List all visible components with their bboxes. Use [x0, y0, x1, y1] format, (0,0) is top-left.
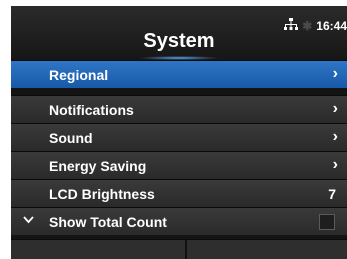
- bottom-left-button[interactable]: [11, 240, 185, 259]
- list-item-label: Energy Saving: [49, 158, 147, 174]
- list-item-lcd-brightness[interactable]: LCD Brightness 7: [11, 179, 347, 207]
- list-item-label: LCD Brightness: [49, 186, 155, 202]
- printer-screen: ✱ 16:44 System Regional › Notifications …: [11, 6, 347, 259]
- chevron-right-icon: ›: [332, 65, 338, 82]
- page-title: System: [143, 30, 215, 52]
- list-item-energy-saving[interactable]: Energy Saving ›: [11, 151, 347, 179]
- chevron-right-icon: ›: [332, 100, 338, 117]
- list-item-sound[interactable]: Sound ›: [11, 123, 347, 151]
- chevron-right-icon: ›: [332, 128, 338, 145]
- list-item-label: Show Total Count: [49, 214, 167, 230]
- show-total-count-checkbox[interactable]: [319, 214, 335, 230]
- chevron-right-icon: ›: [332, 156, 338, 173]
- brightness-value: 7: [328, 186, 336, 202]
- list-item-regional[interactable]: Regional ›: [11, 60, 347, 88]
- bottom-right-button[interactable]: [187, 240, 347, 259]
- bottom-bar: [11, 239, 347, 259]
- list-item-notifications[interactable]: Notifications ›: [11, 95, 347, 123]
- list-item-label: Notifications: [49, 102, 134, 118]
- list-item-show-total-count[interactable]: Show Total Count: [11, 207, 347, 235]
- list-item-label: Sound: [49, 130, 93, 146]
- chevron-down-icon[interactable]: [23, 213, 34, 227]
- list-item-label: Regional: [49, 67, 109, 83]
- header: ✱ 16:44 System: [11, 6, 347, 60]
